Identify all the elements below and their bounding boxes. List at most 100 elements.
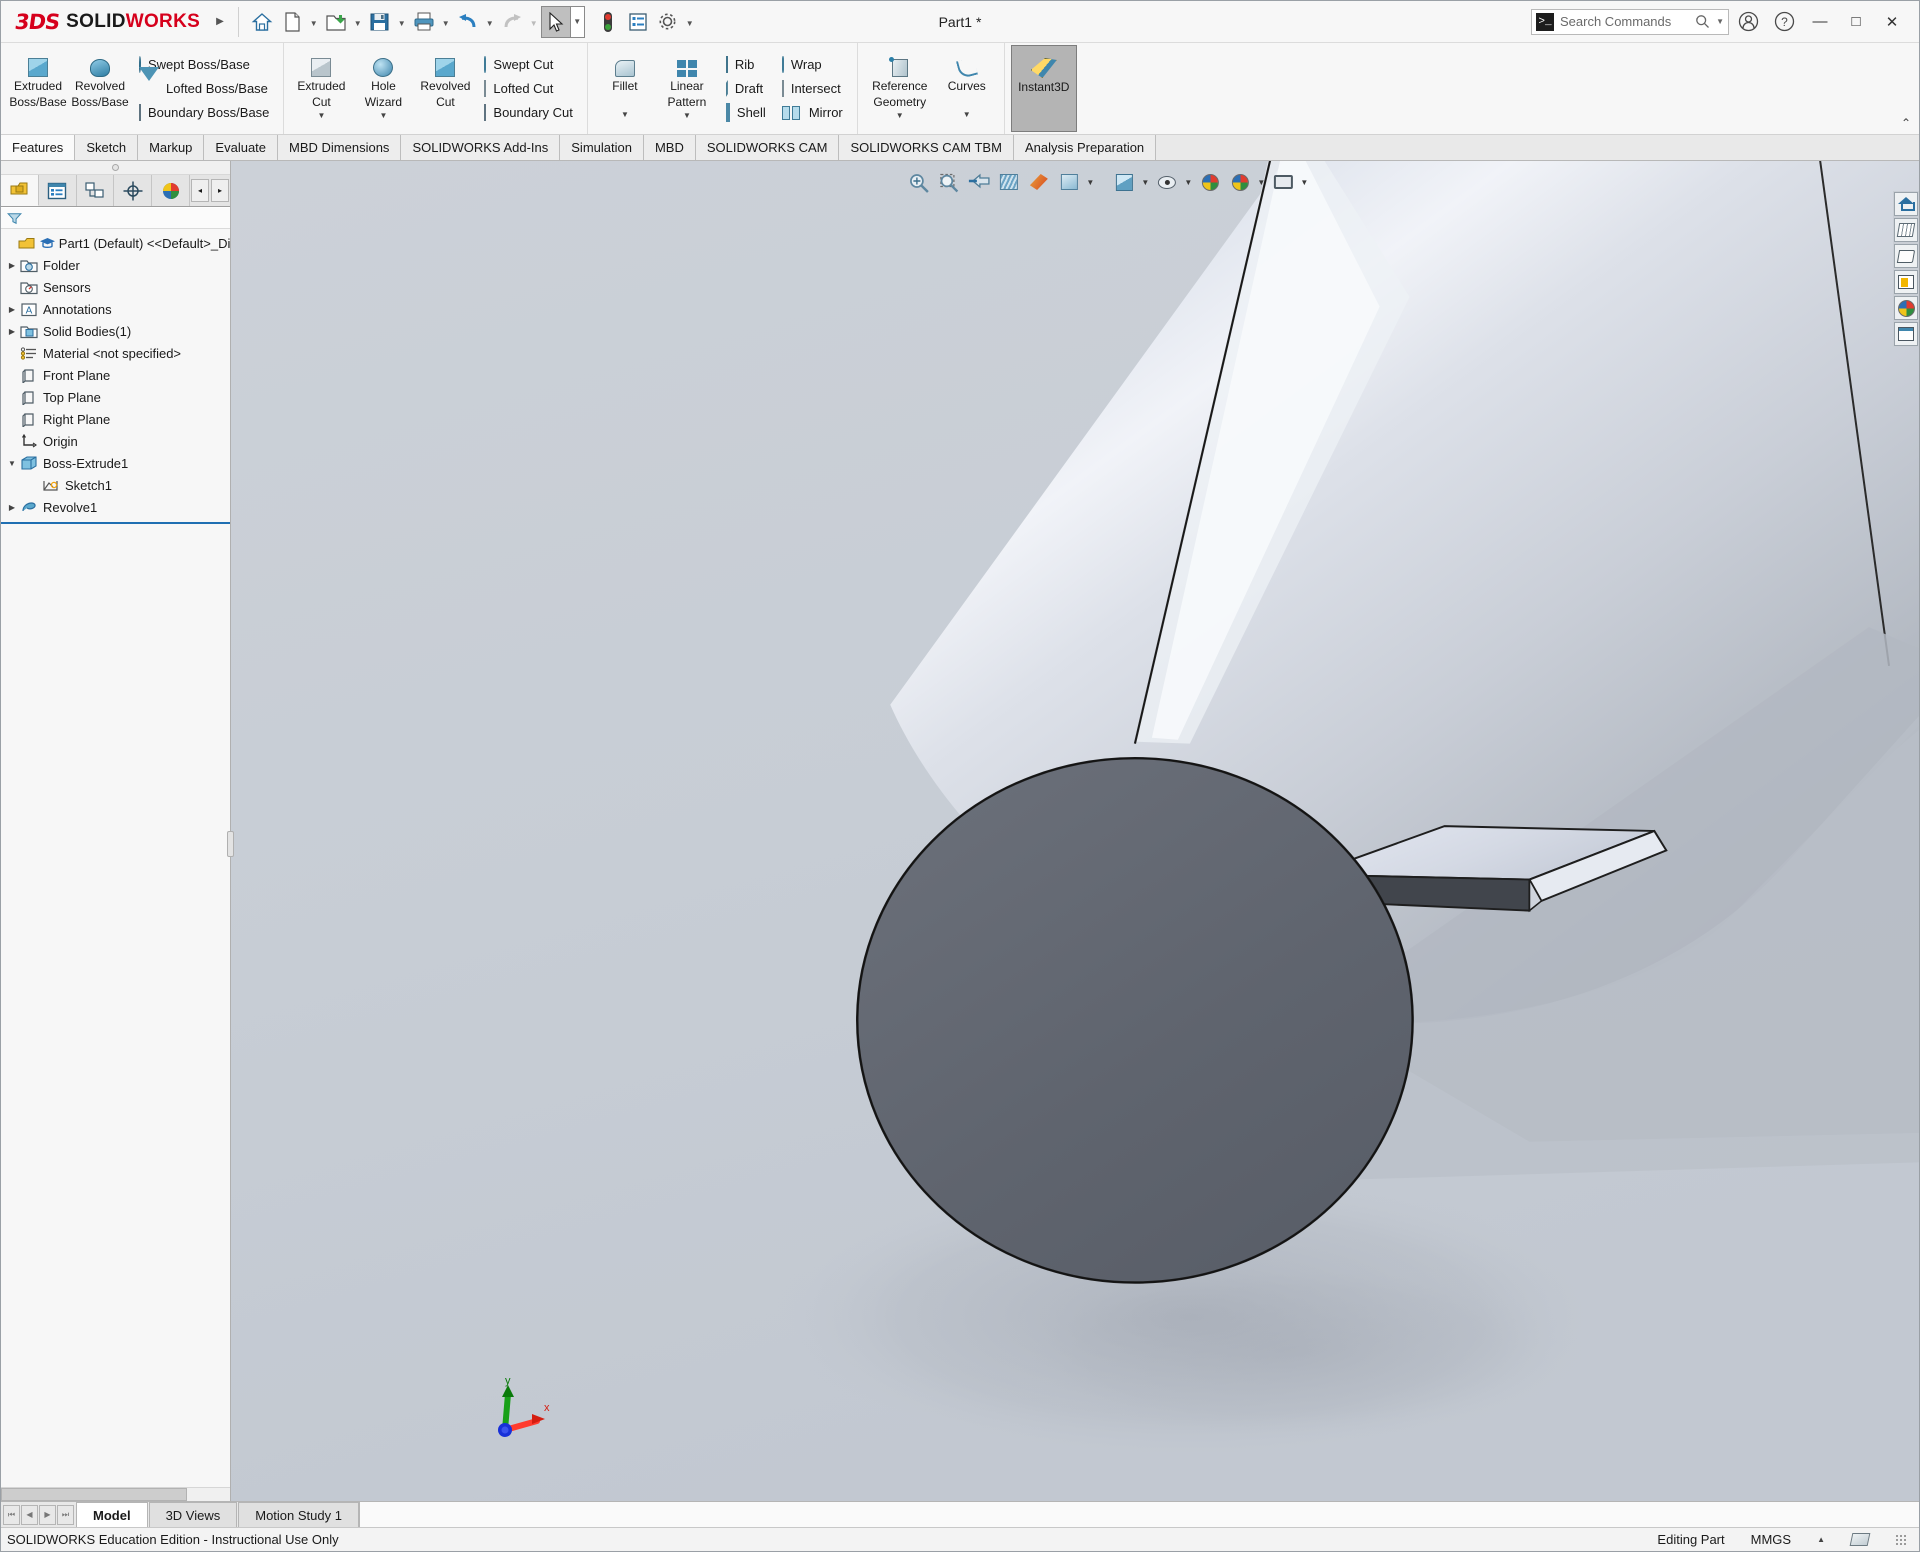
tab-nav-last-button[interactable]: ⏭ [57,1504,74,1525]
display-style-dropdown-icon[interactable]: ▼ [1085,169,1096,195]
tab-nav-next-button[interactable]: ▶ [39,1504,56,1525]
hole-wizard-dropdown-icon[interactable]: ▼ [379,111,387,120]
search-dropdown-icon[interactable]: ▼ [1716,17,1724,26]
graphics-viewport[interactable]: ▼ ▼ ▼ ▼ ▼ y x [231,161,1919,1501]
sheet-stack-icon[interactable] [1849,1533,1871,1546]
tree-twisty[interactable]: ▶ [5,305,19,314]
linear-pattern-button[interactable]: Linear Pattern ▼ [656,45,718,132]
display-style-icon[interactable] [1055,169,1083,195]
boundary-boss-base-button[interactable]: Boundary Boss/Base [135,101,273,125]
print-dropdown-icon[interactable]: ▼ [439,6,453,38]
tab-solidworks-cam[interactable]: SOLIDWORKS CAM [695,135,840,160]
ribbon-collapse-icon[interactable]: ⌃ [1901,116,1911,130]
resize-grip[interactable] [1895,1533,1907,1546]
zoom-to-fit-icon[interactable] [905,169,933,195]
apply-scene-icon[interactable] [1226,169,1254,195]
panel-tab-next-button[interactable]: ▸ [211,179,229,202]
curves-dropdown-icon[interactable]: ▼ [963,110,971,119]
tab-mbd-dimensions[interactable]: MBD Dimensions [278,135,402,160]
tree-twisty[interactable]: ▶ [5,327,19,336]
tree-filter-bar[interactable] [1,207,230,229]
property-manager-tab[interactable] [39,175,77,206]
bottom-tab-motion-study-1[interactable]: Motion Study 1 [238,1502,359,1527]
maximize-button[interactable]: □ [1839,7,1873,37]
tree-node-sketch1[interactable]: Sketch1 [1,474,230,496]
bottom-tab-model[interactable]: Model [76,1502,148,1527]
reference-geometry-button[interactable]: Reference Geometry ▼ [864,45,936,132]
rebuild-traffic-light-icon[interactable] [593,6,623,38]
bottom-tab-3d-views[interactable]: 3D Views [148,1502,238,1527]
new-document-dropdown-icon[interactable]: ▼ [307,6,321,38]
revolved-boss-base-button[interactable]: Revolved Boss/Base [69,45,131,132]
view-settings-icon[interactable] [1269,169,1297,195]
tab-features[interactable]: Features [1,135,76,160]
tab-solidworks-add-ins[interactable]: SOLIDWORKS Add-Ins [401,135,561,160]
close-button[interactable]: ✕ [1875,7,1909,37]
redo-icon[interactable] [497,6,527,38]
file-explorer-icon[interactable] [1894,244,1918,268]
tree-node-front-plane[interactable]: Front Plane [1,364,230,386]
tree-rollback-bar[interactable] [1,522,230,524]
rib-button[interactable]: Rib [722,53,770,77]
view-cube-icon[interactable] [1110,169,1138,195]
configuration-manager-tab[interactable] [77,175,115,206]
tree-node-top-plane[interactable]: Top Plane [1,386,230,408]
model-3d-render[interactable] [231,161,1919,1501]
lofted-boss-base-button[interactable]: Lofted Boss/Base [135,67,273,101]
shell-button[interactable]: Shell [722,101,770,125]
view-palette-home-icon[interactable] [1894,192,1918,216]
tab-analysis-preparation[interactable]: Analysis Preparation [1013,135,1157,160]
tree-node-boss-extrude1[interactable]: ▼ Boss-Extrude1 [1,452,230,474]
save-icon[interactable] [365,6,395,38]
fillet-dropdown-icon[interactable]: ▼ [621,110,629,119]
curves-button[interactable]: Curves ▼ [936,45,998,132]
tab-solidworks-cam-tbm[interactable]: SOLIDWORKS CAM TBM [839,135,1014,160]
zoom-to-area-icon[interactable] [935,169,963,195]
units-dropdown-icon[interactable]: ▲ [1817,1535,1825,1544]
print-icon[interactable] [409,6,439,38]
tab-mbd[interactable]: MBD [643,135,696,160]
tab-sketch[interactable]: Sketch [75,135,139,160]
tree-node-right-plane[interactable]: Right Plane [1,408,230,430]
tree-node-folder[interactable]: ▶ Folder [1,254,230,276]
tree-node-part1[interactable]: Part1 (Default) <<Default>_Displa [1,232,230,254]
extruded-boss-base-button[interactable]: Extruded Boss/Base [7,45,69,132]
panel-tab-prev-button[interactable]: ◂ [191,179,209,202]
swept-cut-button[interactable]: Swept Cut [480,53,577,77]
hide-show-dropdown-icon[interactable]: ▼ [1183,169,1194,195]
appearances-scenes-icon[interactable] [1894,296,1918,320]
new-document-icon[interactable] [277,6,307,38]
hole-wizard-button[interactable]: Hole Wizard ▼ [352,45,414,132]
undo-icon[interactable] [453,6,483,38]
redo-dropdown-icon[interactable]: ▼ [527,6,541,38]
select-dropdown-icon[interactable]: ▼ [570,5,585,38]
extruded-cut-button[interactable]: Extruded Cut ▼ [290,45,352,132]
save-dropdown-icon[interactable]: ▼ [395,6,409,38]
feature-manager-tab[interactable] [1,175,39,206]
options-list-icon[interactable] [623,6,653,38]
reference-geometry-dropdown-icon[interactable]: ▼ [896,111,904,120]
tree-node-sensors[interactable]: Sensors [1,276,230,298]
tab-simulation[interactable]: Simulation [560,135,644,160]
tree-node-solid-bodies[interactable]: ▶ Solid Bodies(1) [1,320,230,342]
tree-node-origin[interactable]: Origin [1,430,230,452]
select-cursor-icon[interactable] [540,5,571,38]
previous-view-icon[interactable] [965,169,993,195]
settings-gear-icon[interactable] [653,6,683,38]
tree-twisty[interactable]: ▼ [5,459,19,468]
settings-dropdown-icon[interactable]: ▼ [683,6,697,38]
menu-expand-arrow-icon[interactable]: ▶ [216,16,224,27]
view-orientation-icon[interactable] [1025,169,1053,195]
open-folder-icon[interactable] [321,6,351,38]
section-view-icon[interactable] [995,169,1023,195]
boundary-cut-button[interactable]: Boundary Cut [480,101,577,125]
search-commands-box[interactable]: >_ Search Commands ▼ [1531,8,1729,35]
tab-markup[interactable]: Markup [138,135,205,160]
display-manager-tab[interactable] [152,175,190,206]
edit-appearance-icon[interactable] [1196,169,1224,195]
tab-evaluate[interactable]: Evaluate [204,135,279,160]
hide-show-items-icon[interactable] [1153,169,1181,195]
tab-nav-prev-button[interactable]: ◀ [21,1504,38,1525]
lofted-cut-button[interactable]: Lofted Cut [480,77,577,101]
tree-twisty[interactable]: ▶ [5,503,19,512]
